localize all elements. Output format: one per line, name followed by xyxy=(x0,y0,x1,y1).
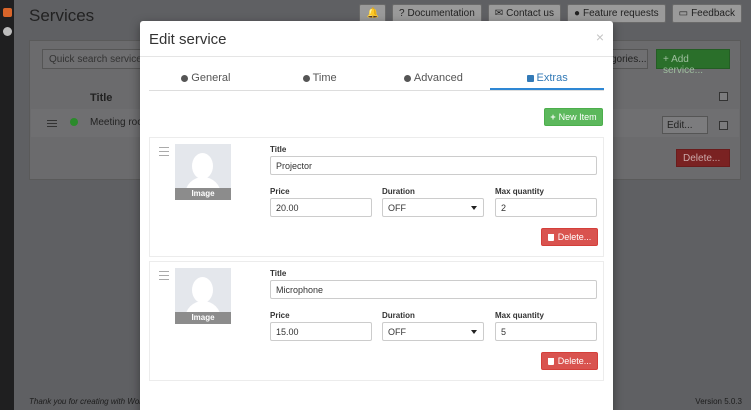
modal-title: Edit service xyxy=(149,31,227,48)
play-circle-icon[interactable] xyxy=(3,27,12,36)
tab-advanced[interactable]: Advanced xyxy=(377,63,491,90)
drag-handle-icon[interactable] xyxy=(159,271,169,280)
title-label: Title xyxy=(270,145,287,154)
calendar-icon[interactable] xyxy=(3,8,12,17)
max-quantity-input[interactable]: 2 xyxy=(495,198,597,217)
clock-icon xyxy=(302,75,310,82)
avatar-icon xyxy=(192,153,213,179)
max-quantity-label: Max quantity xyxy=(495,311,544,320)
title-input[interactable]: Microphone xyxy=(270,280,597,299)
tab-bar: General Time Advanced Extras xyxy=(149,63,604,91)
avatar-icon xyxy=(192,277,213,303)
title-input[interactable]: Projector xyxy=(270,156,597,175)
price-input[interactable]: 15.00 xyxy=(270,322,372,341)
comment-icon: ▭ xyxy=(678,8,689,19)
close-icon[interactable]: × xyxy=(596,30,604,44)
trash-icon xyxy=(547,234,554,241)
delete-button[interactable]: Delete... xyxy=(676,149,730,167)
extra-item: Image Title Projector Price 20.00 Durati… xyxy=(149,137,604,257)
edit-button[interactable]: Edit... xyxy=(662,116,708,134)
image-label: Image xyxy=(175,188,231,200)
plus-icon: + xyxy=(550,112,556,122)
column-header-title: Title xyxy=(90,92,113,104)
tab-general[interactable]: General xyxy=(149,63,263,90)
footer-version: Version 5.0.3 xyxy=(695,397,742,406)
delete-extra-button[interactable]: Delete... xyxy=(541,228,598,246)
caret-down-icon xyxy=(471,206,477,210)
duration-select[interactable]: OFF xyxy=(382,198,484,217)
tab-time[interactable]: Time xyxy=(263,63,377,90)
gear-icon xyxy=(181,75,189,82)
status-dot xyxy=(70,118,78,126)
page-title: Services xyxy=(29,6,95,25)
question-circle-icon: ? xyxy=(398,8,405,19)
duration-label: Duration xyxy=(382,187,415,196)
add-service-button[interactable]: + Add service... xyxy=(656,49,730,76)
image-label: Image xyxy=(175,312,231,324)
duration-select[interactable]: OFF xyxy=(382,322,484,341)
max-quantity-label: Max quantity xyxy=(495,187,544,196)
price-label: Price xyxy=(270,187,290,196)
new-item-button[interactable]: + New Item xyxy=(544,108,603,126)
title-label: Title xyxy=(270,269,287,278)
wp-admin-sidebar xyxy=(0,0,14,410)
envelope-icon: ✉ xyxy=(494,8,504,19)
image-placeholder[interactable]: Image xyxy=(175,268,231,324)
extra-item: Image Title Microphone Price 15.00 Durat… xyxy=(149,261,604,381)
categories-button[interactable]: gories... xyxy=(608,49,648,69)
trash-icon xyxy=(547,358,554,365)
modal-header: Edit service × xyxy=(140,21,613,57)
bell-icon: 🔔 xyxy=(366,8,379,19)
drag-handle-icon[interactable] xyxy=(47,120,57,127)
drag-handle-icon[interactable] xyxy=(159,147,169,156)
edit-service-modal: Edit service × General Time Advanced Ext… xyxy=(140,21,613,410)
caret-down-icon xyxy=(471,330,477,334)
lightbulb-icon: ● xyxy=(573,8,581,19)
row-checkbox[interactable] xyxy=(719,121,728,130)
max-quantity-input[interactable]: 5 xyxy=(495,322,597,341)
feedback-button[interactable]: ▭ Feedback xyxy=(671,4,742,23)
image-placeholder[interactable]: Image xyxy=(175,144,231,200)
briefcase-icon xyxy=(526,75,534,82)
select-all-checkbox[interactable] xyxy=(719,92,728,101)
duration-label: Duration xyxy=(382,311,415,320)
price-label: Price xyxy=(270,311,290,320)
gears-icon xyxy=(403,75,411,82)
price-input[interactable]: 20.00 xyxy=(270,198,372,217)
tab-extras[interactable]: Extras xyxy=(490,63,604,90)
delete-extra-button[interactable]: Delete... xyxy=(541,352,598,370)
